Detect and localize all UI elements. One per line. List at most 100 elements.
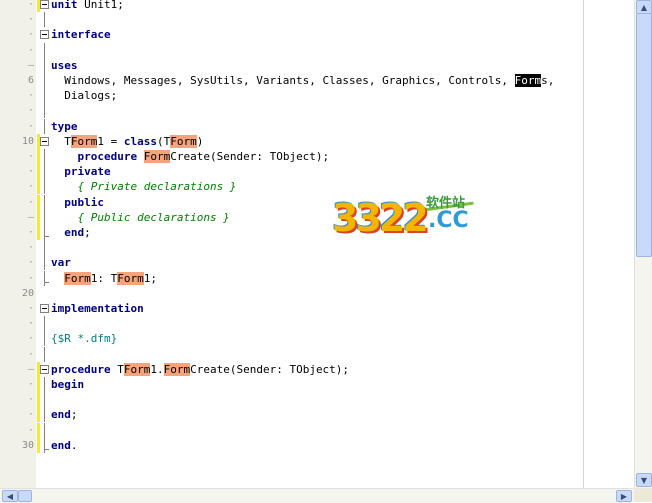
line-number: · <box>27 257 34 269</box>
line-number: · <box>27 227 34 238</box>
line-number: · <box>27 166 34 178</box>
code-token: ; <box>84 226 91 239</box>
code-line[interactable]: · <box>0 392 634 408</box>
code-line[interactable]: · <box>0 316 634 332</box>
fold-end-guide <box>44 225 49 240</box>
code-line[interactable]: · <box>0 103 634 119</box>
code-line[interactable]: · implementation <box>0 301 634 316</box>
line-number: · <box>27 394 34 406</box>
collapse-icon[interactable] <box>40 30 49 40</box>
code-line[interactable]: – { Public declarations } <box>0 209 634 225</box>
code-line[interactable]: 6 Windows, Messages, SysUtils, Variants,… <box>0 73 634 88</box>
line-number: · <box>27 333 34 345</box>
line-number: · <box>27 90 34 102</box>
line-number: · <box>27 318 34 330</box>
code-line[interactable]: · end; <box>0 225 634 240</box>
code-text: unit Unit1; <box>51 0 124 12</box>
collapse-icon[interactable] <box>40 0 49 9</box>
code-line[interactable]: · var <box>0 255 634 271</box>
watermark-logo: 软件站 3322 .CC <box>332 190 482 242</box>
horizontal-scrollbar[interactable]: ◀ ▶ <box>0 488 634 503</box>
code-text: Form1: TForm1; <box>51 271 157 286</box>
code-line[interactable]: – procedure TForm1.FormCreate(Sender: TOb… <box>0 361 634 377</box>
code-line[interactable]: · unit Unit1; <box>0 0 634 12</box>
code-text: uses <box>51 58 78 73</box>
code-line[interactable]: · <box>0 240 634 256</box>
collapse-icon[interactable] <box>40 304 49 313</box>
modified-marker <box>37 209 40 225</box>
fold-end-guide <box>44 270 49 286</box>
code-text: Windows, Messages, SysUtils, Variants, C… <box>51 73 554 88</box>
code-line[interactable]: · begin <box>0 377 634 392</box>
modified-marker <box>37 149 40 164</box>
vertical-scrollbar[interactable]: ▲ ▼ <box>634 0 652 488</box>
code-line[interactable]: · interface <box>0 27 634 42</box>
code-editor[interactable]: · unit Unit1; · · interface · – uses 6 Windows, … <box>0 0 634 488</box>
code-line[interactable]: 20 <box>0 286 634 301</box>
keyword-token: private <box>64 165 111 179</box>
modified-marker <box>37 225 40 240</box>
code-line[interactable]: · <box>0 42 634 58</box>
scrollbar-corner <box>634 488 652 502</box>
code-line[interactable]: · <box>0 12 634 28</box>
scroll-down-button[interactable]: ▼ <box>636 473 652 487</box>
code-line[interactable]: · type <box>0 118 634 134</box>
code-token: ) <box>196 134 204 148</box>
code-text: interface <box>51 27 111 42</box>
scroll-right-button[interactable]: ▶ <box>616 490 632 502</box>
code-line[interactable]: · <box>0 422 634 438</box>
keyword-token: var <box>51 256 71 270</box>
fold-guide <box>44 57 45 73</box>
code-line[interactable]: · {$R *.dfm} <box>0 331 634 347</box>
collapse-icon[interactable] <box>40 136 49 146</box>
line-number: · <box>27 29 34 41</box>
selected-token: Form <box>514 74 542 87</box>
fold-guide <box>44 209 45 225</box>
fold-guide <box>44 12 45 28</box>
code-text: end; <box>51 407 78 422</box>
code-line[interactable]: · <box>0 346 634 362</box>
comment-token: { Public declarations } <box>51 210 230 224</box>
line-number: · <box>27 409 34 421</box>
code-token: 1 = <box>97 134 124 148</box>
scroll-down-icon: ▼ <box>640 475 648 485</box>
code-line[interactable]: · Form1: TForm1; <box>0 270 634 286</box>
code-text: { Private declarations } <box>51 179 236 194</box>
modified-marker <box>37 164 40 180</box>
line-number: · <box>27 120 34 132</box>
vertical-scroll-thumb[interactable] <box>636 13 652 257</box>
line-number: – <box>27 363 34 375</box>
code-line[interactable]: · Dialogs; <box>0 88 634 104</box>
horizontal-scroll-thumb[interactable] <box>18 490 32 502</box>
code-token: Windows, Messages, SysUtils, Variants, C… <box>51 74 515 87</box>
scroll-up-button[interactable]: ▲ <box>636 0 652 14</box>
code-token: s, <box>541 74 555 87</box>
code-text: Dialogs; <box>51 88 117 103</box>
code-token: 1; <box>143 271 157 285</box>
line-number: · <box>27 303 34 314</box>
collapse-icon[interactable] <box>40 364 49 374</box>
code-text: public <box>51 195 104 210</box>
fold-guide <box>44 73 45 88</box>
code-line[interactable]: · end; <box>0 407 634 423</box>
scroll-left-icon: ◀ <box>6 491 14 501</box>
code-line[interactable]: – uses <box>0 57 634 73</box>
scroll-up-icon: ▲ <box>640 2 648 12</box>
highlighted-token: Form <box>64 271 91 285</box>
code-line[interactable]: · procedure FormCreate(Sender: TObject); <box>0 149 634 164</box>
code-line[interactable]: · private <box>0 164 634 180</box>
code-line[interactable]: · public <box>0 194 634 210</box>
modified-marker <box>37 377 40 392</box>
line-number: 20 <box>21 287 34 299</box>
code-line[interactable]: · { Private declarations } <box>0 179 634 195</box>
code-line[interactable]: 30 end. <box>0 437 634 453</box>
scroll-left-button[interactable]: ◀ <box>2 490 18 502</box>
line-number: – <box>27 211 34 223</box>
code-line[interactable]: 10 TForm1 = class(TForm) <box>0 133 634 149</box>
code-token: ; <box>70 408 78 422</box>
highlighted-token: Form <box>70 134 98 148</box>
directive-token: {$R *.dfm} <box>51 332 118 346</box>
